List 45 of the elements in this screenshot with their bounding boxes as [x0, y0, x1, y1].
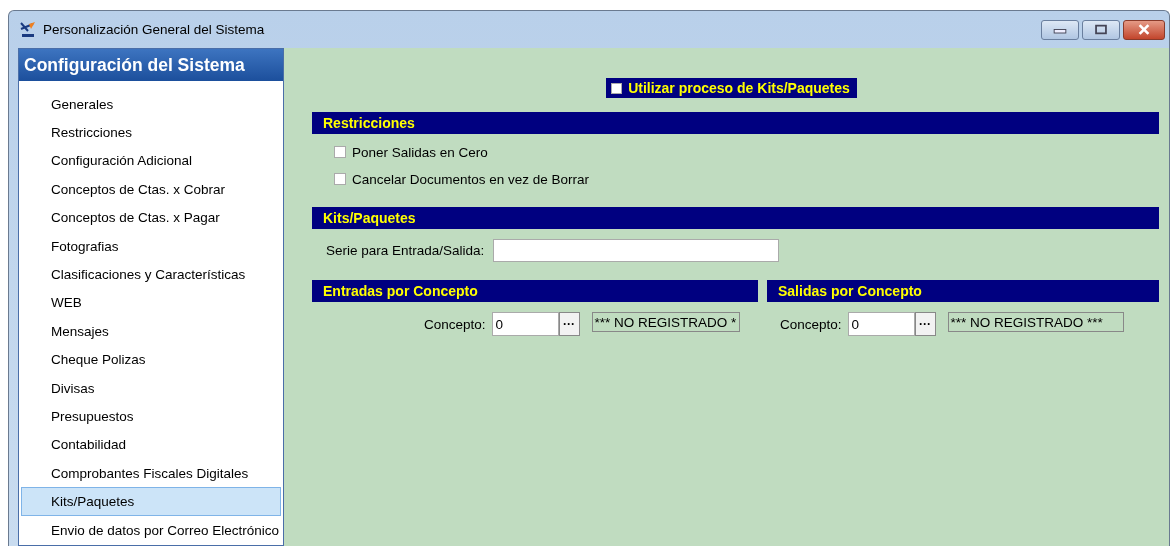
sidebar-item[interactable]: Kits/Paquetes	[21, 487, 281, 516]
minimize-button[interactable]	[1041, 19, 1079, 40]
field-label: Concepto:	[424, 316, 486, 332]
field-label: Serie para Entrada/Salida:	[326, 243, 485, 258]
sidebar-item[interactable]: Conceptos de Ctas. x Pagar	[21, 203, 281, 232]
sidebar-item[interactable]: WEB	[21, 288, 281, 318]
field-label: Concepto:	[780, 316, 842, 332]
maximize-button[interactable]	[1082, 19, 1120, 40]
sidebar-item[interactable]: Mensajes	[21, 317, 281, 346]
sidebar-item[interactable]: Restricciones	[21, 118, 281, 147]
sidebar-item[interactable]: Conceptos de Ctas. x Cobrar	[21, 175, 281, 204]
maximize-icon	[1094, 24, 1108, 35]
sidebar-item[interactable]: Presupuestos	[21, 402, 281, 431]
checkbox[interactable]	[334, 146, 346, 158]
option-label: Utilizar proceso de Kits/Paquetes	[628, 80, 850, 96]
window-title: Personalización General del Sistema	[43, 22, 265, 37]
concepto-input-field[interactable]: 0	[847, 312, 915, 336]
kits-checkbox-option[interactable]: Utilizar proceso de Kits/Paquetes	[606, 78, 857, 98]
section-header: Entradas por Concepto	[312, 280, 758, 302]
app-logo-icon	[19, 20, 37, 39]
checkbox[interactable]	[611, 82, 623, 94]
sidebar-item[interactable]: Fotografias	[21, 231, 281, 261]
sidebar-item[interactable]: Contabilidad	[21, 430, 281, 460]
checkbox[interactable]	[334, 173, 346, 185]
status-display: *** NO REGISTRADO *	[591, 312, 740, 332]
status-display: *** NO REGISTRADO ***	[947, 312, 1124, 332]
sidebar-item[interactable]: Clasificaciones y Características	[21, 260, 281, 289]
sidebar-title: Configuración del Sistema	[19, 49, 283, 81]
browse-button[interactable]: ···	[914, 312, 936, 336]
section-header: Kits/Paquetes	[312, 207, 1159, 229]
sidebar-item[interactable]: Comprobantes Fiscales Digitales	[21, 459, 281, 488]
browse-button[interactable]: ···	[558, 312, 580, 336]
close-button[interactable]	[1123, 19, 1165, 40]
sidebar-item[interactable]: Generales	[21, 90, 281, 119]
section-header: Restricciones	[312, 112, 1159, 134]
close-icon	[1137, 24, 1151, 35]
section-header: Salidas por Concepto	[767, 280, 1159, 302]
sidebar-item[interactable]: Envio de datos por Correo Electrónico	[21, 515, 281, 545]
sidebar-item[interactable]: Cheque Polizas	[21, 345, 281, 374]
concepto-input-field[interactable]: 0	[491, 312, 559, 336]
sidebar-item[interactable]: Configuración Adicional	[21, 146, 281, 176]
checkbox-label: Poner Salidas en Cero	[352, 144, 488, 160]
sidebar-item[interactable]: Divisas	[21, 373, 281, 403]
checkbox-label: Cancelar Documentos en vez de Borrar	[352, 171, 590, 187]
serie-input-field[interactable]	[493, 239, 780, 262]
